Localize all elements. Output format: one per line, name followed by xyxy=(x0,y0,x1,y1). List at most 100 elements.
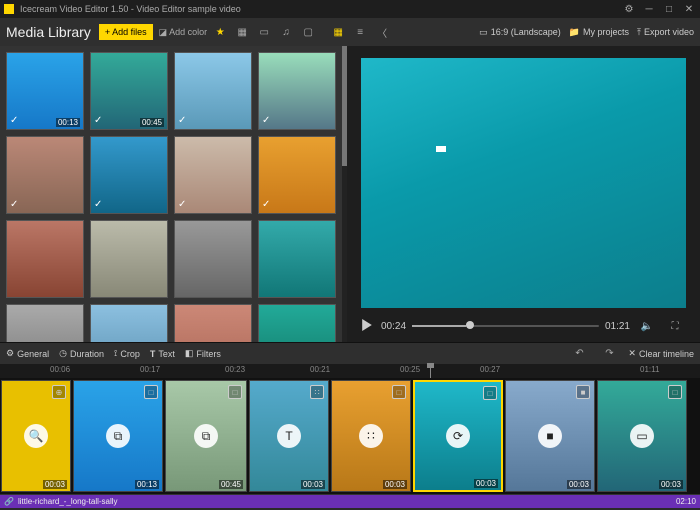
timeline-clip[interactable]: ⊕🔍00:03 xyxy=(1,380,71,492)
library-thumb[interactable] xyxy=(258,304,336,342)
clip-transition-button[interactable]: ⧉ xyxy=(194,424,218,448)
view-list-icon[interactable]: ≡ xyxy=(351,23,369,41)
library-thumb[interactable]: ✓ xyxy=(258,136,336,214)
redo-icon[interactable]: ↷ xyxy=(600,345,618,363)
ruler-mark: 00:06 xyxy=(50,365,70,374)
timeline-clip[interactable]: □⟳00:03 xyxy=(413,380,503,492)
ruler-mark: 00:27 xyxy=(480,365,500,374)
timeline-track[interactable]: ⊕🔍00:03□⧉00:13□⧉00:45∷T00:03□∷00:03□⟳00:… xyxy=(0,378,700,494)
library-thumb[interactable] xyxy=(90,304,168,342)
titlebar: Icecream Video Editor 1.50 - Video Edito… xyxy=(0,0,700,18)
clip-property-tabs: ⚙ General ◷ Duration ⟟ Crop T Text ◧ Fil… xyxy=(0,342,700,364)
close-button[interactable]: ✕ xyxy=(682,2,696,16)
timeline-clip[interactable]: ■■00:03 xyxy=(505,380,595,492)
aspect-ratio-button[interactable]: ▭ 16:9 (Landscape) xyxy=(479,27,561,38)
filter-text-icon[interactable]: ▢ xyxy=(299,23,317,41)
clip-duration: 00:45 xyxy=(219,480,243,489)
total-time: 01:21 xyxy=(605,321,630,332)
volume-icon[interactable]: 🔈 xyxy=(638,317,656,335)
play-button[interactable] xyxy=(361,319,375,333)
audio-clip-name: little-richard_-_long-tall-sally xyxy=(18,497,118,506)
clip-duration: 00:03 xyxy=(301,480,325,489)
clear-timeline-button[interactable]: ✕ Clear timeline xyxy=(628,348,694,359)
check-icon: ✓ xyxy=(262,199,270,210)
tab-crop-label: Crop xyxy=(120,349,140,359)
check-icon: ✓ xyxy=(10,115,18,126)
clip-transition-button[interactable]: T xyxy=(277,424,301,448)
player-controls: 00:24 01:21 🔈 ⛶ xyxy=(357,314,690,338)
library-thumb[interactable]: ✓ xyxy=(90,136,168,214)
filter-star-icon[interactable]: ★ xyxy=(211,23,229,41)
library-thumb[interactable]: ✓ xyxy=(174,52,252,130)
library-thumb[interactable] xyxy=(90,220,168,298)
library-thumb[interactable]: ✓ xyxy=(258,52,336,130)
check-icon: ✓ xyxy=(10,199,18,210)
ruler-mark: 00:21 xyxy=(310,365,330,374)
library-thumb[interactable]: ✓ xyxy=(6,136,84,214)
clip-duration: 00:03 xyxy=(383,480,407,489)
my-projects-button[interactable]: 📁 My projects xyxy=(569,27,629,38)
clear-timeline-label: Clear timeline xyxy=(639,349,694,359)
library-thumb[interactable] xyxy=(258,220,336,298)
check-icon: ✓ xyxy=(262,115,270,126)
library-scrollbar[interactable] xyxy=(342,46,347,342)
clip-transition-button[interactable]: ⟳ xyxy=(446,424,470,448)
fullscreen-icon[interactable]: ⛶ xyxy=(666,317,684,335)
clip-transition-button[interactable]: ■ xyxy=(538,424,562,448)
preview-video[interactable] xyxy=(361,58,686,308)
timeline-clip[interactable]: □∷00:03 xyxy=(331,380,411,492)
add-files-button[interactable]: + Add files xyxy=(99,24,153,40)
maximize-button[interactable]: □ xyxy=(662,2,676,16)
audio-track[interactable]: 🔗 little-richard_-_long-tall-sally 02:10 xyxy=(0,494,700,508)
undo-icon[interactable]: ↶ xyxy=(570,345,588,363)
library-thumb[interactable]: ✓ xyxy=(174,136,252,214)
clip-transition-button[interactable]: ⧉ xyxy=(106,424,130,448)
audio-clip-duration: 02:10 xyxy=(676,497,696,506)
view-grid-icon[interactable]: ▦ xyxy=(329,23,347,41)
filter-image-icon[interactable]: ▦ xyxy=(233,23,251,41)
library-thumb[interactable] xyxy=(174,304,252,342)
clip-transition-button[interactable]: 🔍 xyxy=(24,424,48,448)
library-thumb[interactable] xyxy=(174,220,252,298)
library-thumb[interactable]: ✓00:45 xyxy=(90,52,168,130)
filter-video-icon[interactable]: ▭ xyxy=(255,23,273,41)
clip-type-icon: □ xyxy=(144,385,158,399)
link-icon: 🔗 xyxy=(4,497,14,506)
gear-icon[interactable]: ⚙ xyxy=(622,2,636,16)
timeline-clip[interactable]: □⧉00:45 xyxy=(165,380,247,492)
clip-duration: 00:13 xyxy=(135,480,159,489)
minimize-button[interactable]: ─ xyxy=(642,2,656,16)
library-thumb[interactable] xyxy=(6,220,84,298)
preview-panel: 00:24 01:21 🔈 ⛶ xyxy=(347,46,700,342)
tab-text[interactable]: T Text xyxy=(150,349,175,359)
thumb-duration: 00:45 xyxy=(140,118,164,127)
timeline-clip[interactable]: □▭00:03 xyxy=(597,380,687,492)
main-toolbar: Media Library + Add files ◪ Add color ★ … xyxy=(0,18,700,46)
clip-type-icon: ∷ xyxy=(310,385,324,399)
tab-duration[interactable]: ◷ Duration xyxy=(59,348,104,359)
export-label: Export video xyxy=(644,27,694,37)
filter-audio-icon[interactable]: ♫ xyxy=(277,23,295,41)
seek-bar[interactable] xyxy=(412,325,599,327)
library-thumb[interactable] xyxy=(6,304,84,342)
tab-filters-label: Filters xyxy=(196,349,221,359)
media-library-label: Media Library xyxy=(6,24,91,40)
tab-filters[interactable]: ◧ Filters xyxy=(185,348,221,359)
timeline-ruler[interactable]: 00:0600:1700:2300:2100:2500:2701:11 xyxy=(0,364,700,378)
ruler-mark: 00:25 xyxy=(400,365,420,374)
library-thumb[interactable]: ✓00:13 xyxy=(6,52,84,130)
seek-handle[interactable] xyxy=(466,321,474,329)
ruler-mark: 00:17 xyxy=(140,365,160,374)
check-icon: ✓ xyxy=(178,199,186,210)
timeline-clip[interactable]: □ ⧉ 00:13 xyxy=(73,380,163,492)
export-video-button[interactable]: ⤒ Export video xyxy=(637,27,694,38)
add-color-label: Add color xyxy=(169,27,207,37)
collapse-icon[interactable]: 〈 xyxy=(373,23,391,41)
tab-general[interactable]: ⚙ General xyxy=(6,348,49,359)
clip-transition-button[interactable]: ▭ xyxy=(630,424,654,448)
check-icon: ✓ xyxy=(94,199,102,210)
add-color-button[interactable]: ◪ Add color xyxy=(159,23,208,41)
timeline-clip[interactable]: ∷ T 00:03 xyxy=(249,380,329,492)
tab-crop[interactable]: ⟟ Crop xyxy=(114,348,140,359)
clip-transition-button[interactable]: ∷ xyxy=(359,424,383,448)
